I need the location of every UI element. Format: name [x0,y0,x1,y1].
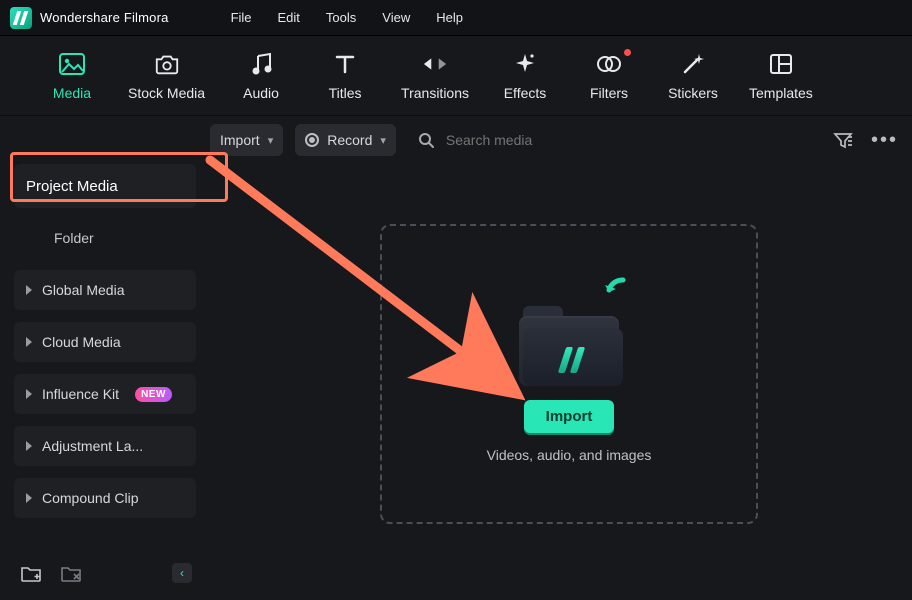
tab-media[interactable]: Media [44,51,100,101]
tab-templates[interactable]: Templates [749,51,813,101]
sidebar-item-label: Cloud Media [42,334,121,350]
menu-view[interactable]: View [382,10,410,25]
tab-effects[interactable]: Effects [497,51,553,101]
sidebar-item-label: Global Media [42,282,125,298]
import-button[interactable]: Import [524,400,615,433]
grid-icon [768,51,794,77]
chevron-down-icon: ▾ [268,134,274,147]
menu-edit[interactable]: Edit [278,10,300,25]
search-input[interactable] [444,131,811,149]
chevron-left-icon: ‹ [180,566,184,580]
tab-titles-label: Titles [329,85,362,101]
record-icon [305,133,319,147]
search-icon [418,132,434,148]
dropzone-caption: Videos, audio, and images [487,447,652,463]
sidebar-item-compound-clip[interactable]: Compound Clip [14,478,196,518]
sidebar-bottom-bar: ‹ [14,550,196,600]
notification-dot-icon [624,49,631,56]
triangle-right-icon [26,337,32,347]
tab-audio[interactable]: Audio [233,51,289,101]
toolbar-right: ••• [833,129,898,152]
sidebar-item-label: Adjustment La... [42,438,143,454]
sidebar-item-project-media[interactable]: Project Media [14,164,196,208]
triangle-right-icon [26,441,32,451]
media-toolbar: Import ▾ Record ▾ ••• [0,116,912,164]
circles-icon [596,51,622,77]
record-dropdown-button[interactable]: Record ▾ [295,124,396,156]
app-brand: Wondershare Filmora [10,7,169,29]
menu-help[interactable]: Help [436,10,463,25]
image-icon [59,51,85,77]
sidebar-item-folder[interactable]: Folder [14,218,196,258]
swap-icon [422,51,448,77]
remove-folder-button[interactable] [58,560,84,586]
sidebar: Project Media Folder Global Media Cloud … [0,164,210,600]
menu-tools[interactable]: Tools [326,10,356,25]
add-folder-icon [20,564,42,582]
tab-filters-label: Filters [590,85,628,101]
search-field[interactable] [408,124,821,156]
more-icon[interactable]: ••• [871,129,898,152]
sidebar-item-global-media[interactable]: Global Media [14,270,196,310]
menu-items: File Edit Tools View Help [231,10,463,25]
import-dropzone[interactable]: Import Videos, audio, and images [380,224,758,524]
menubar: Wondershare Filmora File Edit Tools View… [0,0,912,36]
music-icon [248,51,274,77]
collapse-sidebar-button[interactable]: ‹ [172,563,192,583]
sparkle-icon [512,51,538,77]
triangle-right-icon [26,389,32,399]
sidebar-item-influence-kit[interactable]: Influence Kit NEW [14,374,196,414]
tab-transitions-label: Transitions [401,85,469,101]
app-logo-icon [10,7,32,29]
sidebar-project-media-label: Project Media [26,178,118,195]
tab-transitions[interactable]: Transitions [401,51,469,101]
menu-file[interactable]: File [231,10,252,25]
record-dropdown-label: Record [327,132,372,148]
sidebar-item-label: Influence Kit [42,386,119,402]
tool-tabs-row: Media Stock Media Audio Titles Transitio… [0,36,912,116]
chevron-down-icon: ▾ [380,134,386,147]
tab-stock-media-label: Stock Media [128,85,205,101]
tab-titles[interactable]: Titles [317,51,373,101]
text-icon [332,51,358,77]
tab-effects-label: Effects [504,85,547,101]
camera-icon [154,51,180,77]
tab-filters[interactable]: Filters [581,51,637,101]
remove-folder-icon [60,564,82,582]
main-area: Project Media Folder Global Media Cloud … [0,164,912,600]
tab-media-label: Media [53,85,91,101]
content-area: Import Videos, audio, and images [210,164,912,600]
sidebar-item-cloud-media[interactable]: Cloud Media [14,322,196,362]
triangle-right-icon [26,493,32,503]
download-arrow-icon [595,276,629,310]
app-title: Wondershare Filmora [40,10,169,25]
new-folder-button[interactable] [18,560,44,586]
import-button-label: Import [546,408,593,425]
tab-stickers-label: Stickers [668,85,718,101]
filter-icon[interactable] [833,131,853,149]
tab-templates-label: Templates [749,85,813,101]
import-dropdown-button[interactable]: Import ▾ [210,124,283,156]
sidebar-item-label: Compound Clip [42,490,139,506]
tab-audio-label: Audio [243,85,279,101]
tab-stickers[interactable]: Stickers [665,51,721,101]
sidebar-item-adjustment-layer[interactable]: Adjustment La... [14,426,196,466]
triangle-right-icon [26,285,32,295]
new-badge: NEW [135,387,172,402]
tab-stock-media[interactable]: Stock Media [128,51,205,101]
folder-illustration [509,286,629,386]
import-dropdown-label: Import [220,132,260,148]
wand-icon [680,51,706,77]
sidebar-folder-label: Folder [54,230,94,246]
